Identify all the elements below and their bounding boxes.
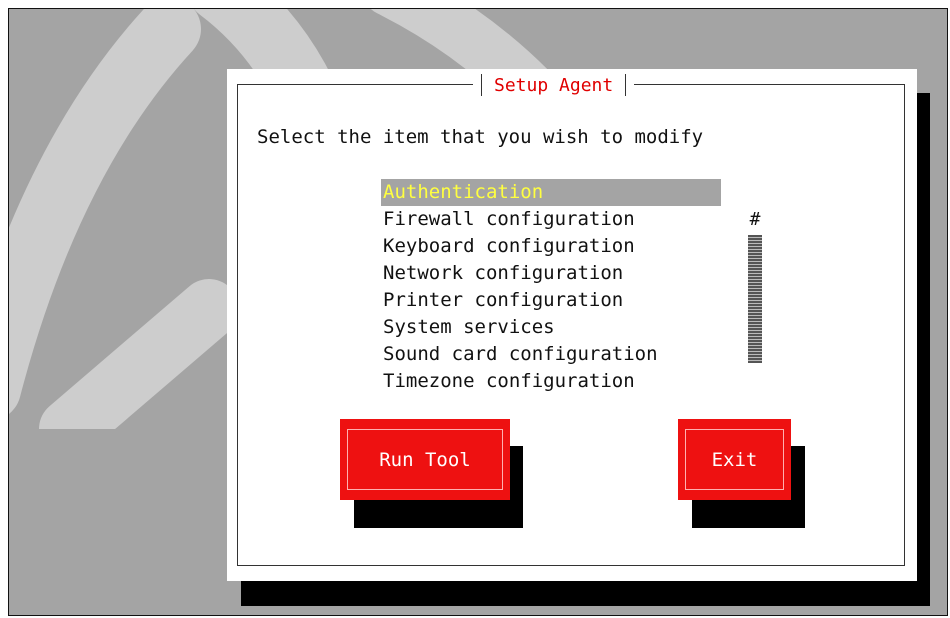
scrollbar-track[interactable] (748, 235, 762, 363)
list-item-firewall[interactable]: Firewall configuration (381, 206, 721, 233)
run-tool-button-label: Run Tool (379, 448, 471, 471)
dialog-prompt: Select the item that you wish to modify (257, 126, 704, 148)
exit-button-label: Exit (711, 448, 758, 471)
run-tool-button[interactable]: Run Tool (340, 419, 510, 500)
terminal-screen: Setup Agent Select the item that you wis… (8, 8, 948, 616)
tool-list[interactable]: Authentication Firewall configuration Ke… (381, 179, 721, 395)
exit-button[interactable]: Exit (678, 419, 791, 500)
dialog-title: Setup Agent (494, 74, 614, 96)
list-item-network[interactable]: Network configuration (381, 260, 721, 287)
list-item-system-services[interactable]: System services (381, 314, 721, 341)
list-item-timezone[interactable]: Timezone configuration (381, 368, 721, 395)
list-item-authentication[interactable]: Authentication (381, 179, 721, 206)
list-item-sound-card[interactable]: Sound card configuration (381, 341, 721, 368)
scrollbar-thumb[interactable]: # (747, 206, 763, 233)
list-item-printer[interactable]: Printer configuration (381, 287, 721, 314)
list-item-keyboard[interactable]: Keyboard configuration (381, 233, 721, 260)
list-scrollbar[interactable]: # (747, 206, 763, 363)
setup-agent-dialog: Setup Agent Select the item that you wis… (227, 69, 917, 581)
dialog-title-bar: Setup Agent (473, 73, 635, 97)
title-right-tick (625, 74, 627, 96)
